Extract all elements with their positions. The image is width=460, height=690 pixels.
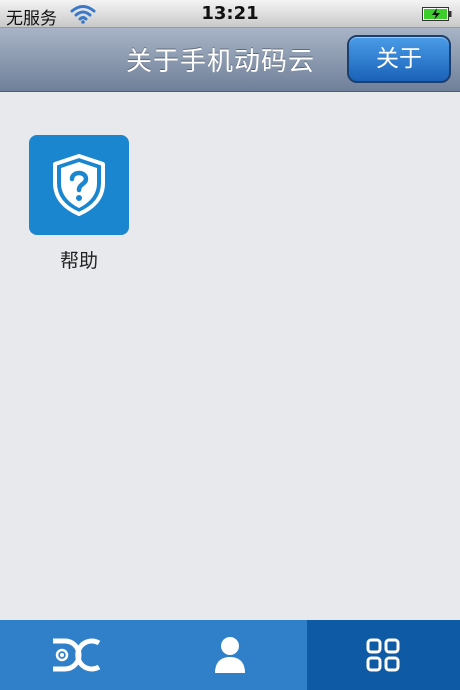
page-title: 关于手机动码云 [126,47,316,77]
status-bar: 无服务 13:21 [0,0,460,29]
about-button[interactable]: 关于 [347,35,451,83]
tab-apps[interactable] [306,620,460,690]
clock: 13:21 [201,3,259,24]
grid-icon [366,638,400,672]
help-app-label: 帮助 [59,250,98,272]
tab-home[interactable] [0,620,153,690]
tab-bar [0,620,460,690]
help-app-tile[interactable] [29,135,129,235]
navigation-bar: 关于手机动码云 关于 [0,28,460,92]
user-icon [214,637,245,673]
shield-question-icon [53,154,105,216]
battery-charging-icon [422,7,452,21]
tab-user[interactable] [153,620,306,690]
dc-logo-icon [52,638,100,672]
